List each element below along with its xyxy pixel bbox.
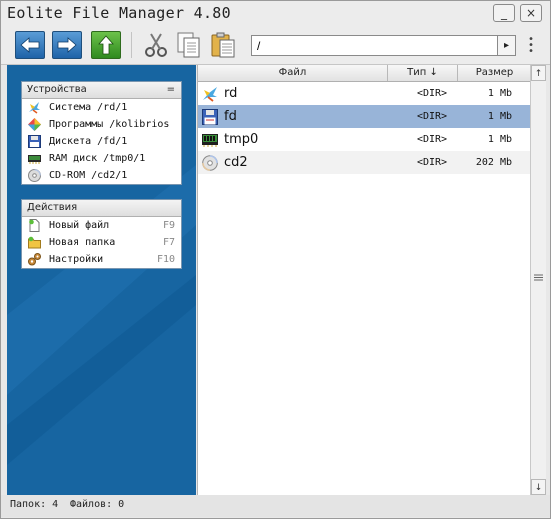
scroll-grip-icon[interactable]: [534, 273, 543, 282]
copy-button[interactable]: [174, 31, 204, 59]
copy-icon: [177, 32, 200, 58]
device-item-programs[interactable]: Программы /kolibrios: [22, 116, 181, 133]
file-row-selected[interactable]: fd <DIR> 1 Mb: [198, 105, 531, 128]
settings-gears-icon: [28, 253, 41, 266]
device-item-floppy[interactable]: Дискета /fd/1: [22, 133, 181, 150]
action-item-new-file[interactable]: Новый файл F9: [22, 217, 181, 234]
ram-chip-icon: [28, 155, 41, 164]
action-item-label: Настройки: [49, 254, 104, 265]
column-header-name[interactable]: Файл: [198, 65, 388, 81]
device-item-cdrom[interactable]: CD-ROM /cd2/1: [22, 167, 181, 184]
file-name: cd2: [224, 155, 248, 170]
devices-panel: Устройства = Система /rd/1 Программы /ko…: [21, 81, 182, 185]
forward-button[interactable]: [52, 31, 82, 59]
actions-panel-header[interactable]: Действия: [22, 200, 181, 217]
devices-panel-title: Устройства: [27, 84, 87, 95]
toolbar: ▸ •••: [1, 26, 550, 65]
colored-diamond-icon: [28, 118, 41, 131]
scroll-up-button[interactable]: ↑: [531, 65, 546, 81]
file-name: fd: [224, 109, 237, 124]
go-button[interactable]: ▸: [497, 35, 516, 56]
left-pane: Устройства = Система /rd/1 Программы /ko…: [7, 65, 196, 495]
kolibri-bird-icon: [203, 87, 217, 102]
cut-button[interactable]: [141, 31, 171, 59]
action-item-label: Новый файл: [49, 220, 110, 231]
arrow-up-icon: [98, 35, 114, 55]
arrow-left-icon: [20, 37, 40, 53]
status-bar: Папок: 4 Файлов: 0: [1, 495, 550, 517]
file-size: 202 Mb: [475, 157, 512, 168]
file-type: <DIR>: [416, 157, 448, 168]
file-row[interactable]: tmp0 <DIR> 1 Mb: [198, 128, 531, 151]
file-name: rd: [224, 86, 238, 101]
action-item-new-folder[interactable]: Новая папка F7: [22, 234, 181, 251]
floppy-disk-icon: [202, 109, 218, 125]
new-folder-icon: [28, 236, 41, 249]
new-file-icon: [29, 219, 40, 232]
file-type: <DIR>: [416, 134, 448, 145]
actions-panel-title: Действия: [27, 202, 78, 213]
up-button[interactable]: [91, 31, 121, 59]
path-input[interactable]: [251, 35, 498, 56]
eolite-window: Eolite File Manager 4.80 _ × / ▸ • • • У…: [0, 0, 551, 519]
ram-chip-icon: [202, 134, 218, 147]
column-header-size[interactable]: Размер: [458, 65, 531, 81]
devices-panel-header[interactable]: Устройства =: [22, 82, 181, 99]
device-item-label: Дискета /fd/1: [49, 136, 128, 147]
scissors-icon: [145, 33, 167, 57]
file-row[interactable]: cd2 <DIR> 202 Mb: [198, 151, 531, 174]
cdrom-icon: [28, 169, 41, 182]
kolibri-bird-icon: [29, 102, 40, 114]
column-headers: Файл Тип ↓ Размер: [198, 65, 531, 82]
back-button[interactable]: [15, 31, 45, 59]
scroll-down-button[interactable]: ↓: [531, 479, 546, 495]
device-item-label: Система /rd/1: [49, 102, 128, 113]
floppy-disk-icon: [28, 135, 41, 148]
collapse-toggle-icon[interactable]: =: [167, 82, 175, 97]
file-name: tmp0: [224, 132, 259, 147]
device-item-label: CD-ROM /cd2/1: [49, 170, 128, 181]
menu-dots-icon[interactable]: • • •: [528, 34, 535, 57]
action-item-shortcut: F7: [162, 237, 175, 248]
window-title: Eolite File Manager 4.80: [7, 4, 231, 22]
minimize-button[interactable]: _: [493, 4, 515, 22]
file-size: 1 Mb: [487, 134, 512, 145]
file-type: <DIR>: [416, 111, 448, 122]
cdrom-icon: [202, 155, 218, 171]
file-size: 1 Mb: [487, 88, 512, 99]
file-size: 1 Mb: [487, 111, 512, 122]
device-item-label: RAM диск /tmp0/1: [49, 153, 146, 164]
action-item-shortcut: F10: [156, 254, 175, 265]
toolbar-separator: [131, 32, 132, 58]
device-item-label: Программы /kolibrios: [49, 119, 170, 130]
paste-button[interactable]: [209, 31, 239, 59]
file-list: Файл Тип ↓ Размер rd <DIR> 1 Mb fd <DIR>…: [197, 65, 531, 495]
paste-icon: [211, 32, 235, 58]
files-count: Файлов: 0: [70, 499, 125, 510]
device-item-system[interactable]: Система /rd/1: [22, 99, 181, 116]
device-item-ramdisk[interactable]: RAM диск /tmp0/1: [22, 150, 181, 167]
vertical-scrollbar[interactable]: ↑ ↓: [530, 65, 546, 495]
file-type: <DIR>: [416, 88, 448, 99]
action-item-label: Новая папка: [49, 237, 116, 248]
action-item-shortcut: F9: [162, 220, 175, 231]
file-row[interactable]: rd <DIR> 1 Mb: [198, 82, 531, 105]
arrow-right-icon: [57, 37, 77, 53]
grip-lines: [534, 274, 543, 281]
folders-count: Папок: 4: [10, 499, 59, 510]
title-bar[interactable]: Eolite File Manager 4.80 _ ×: [1, 1, 550, 26]
column-header-type[interactable]: Тип ↓: [388, 65, 458, 81]
action-item-settings[interactable]: Настройки F10: [22, 251, 181, 268]
close-button[interactable]: ×: [520, 4, 542, 22]
actions-panel: Действия Новый файл F9 Новая папка F7 На…: [21, 199, 182, 269]
menu-dots-glyph: • • •: [528, 34, 535, 57]
